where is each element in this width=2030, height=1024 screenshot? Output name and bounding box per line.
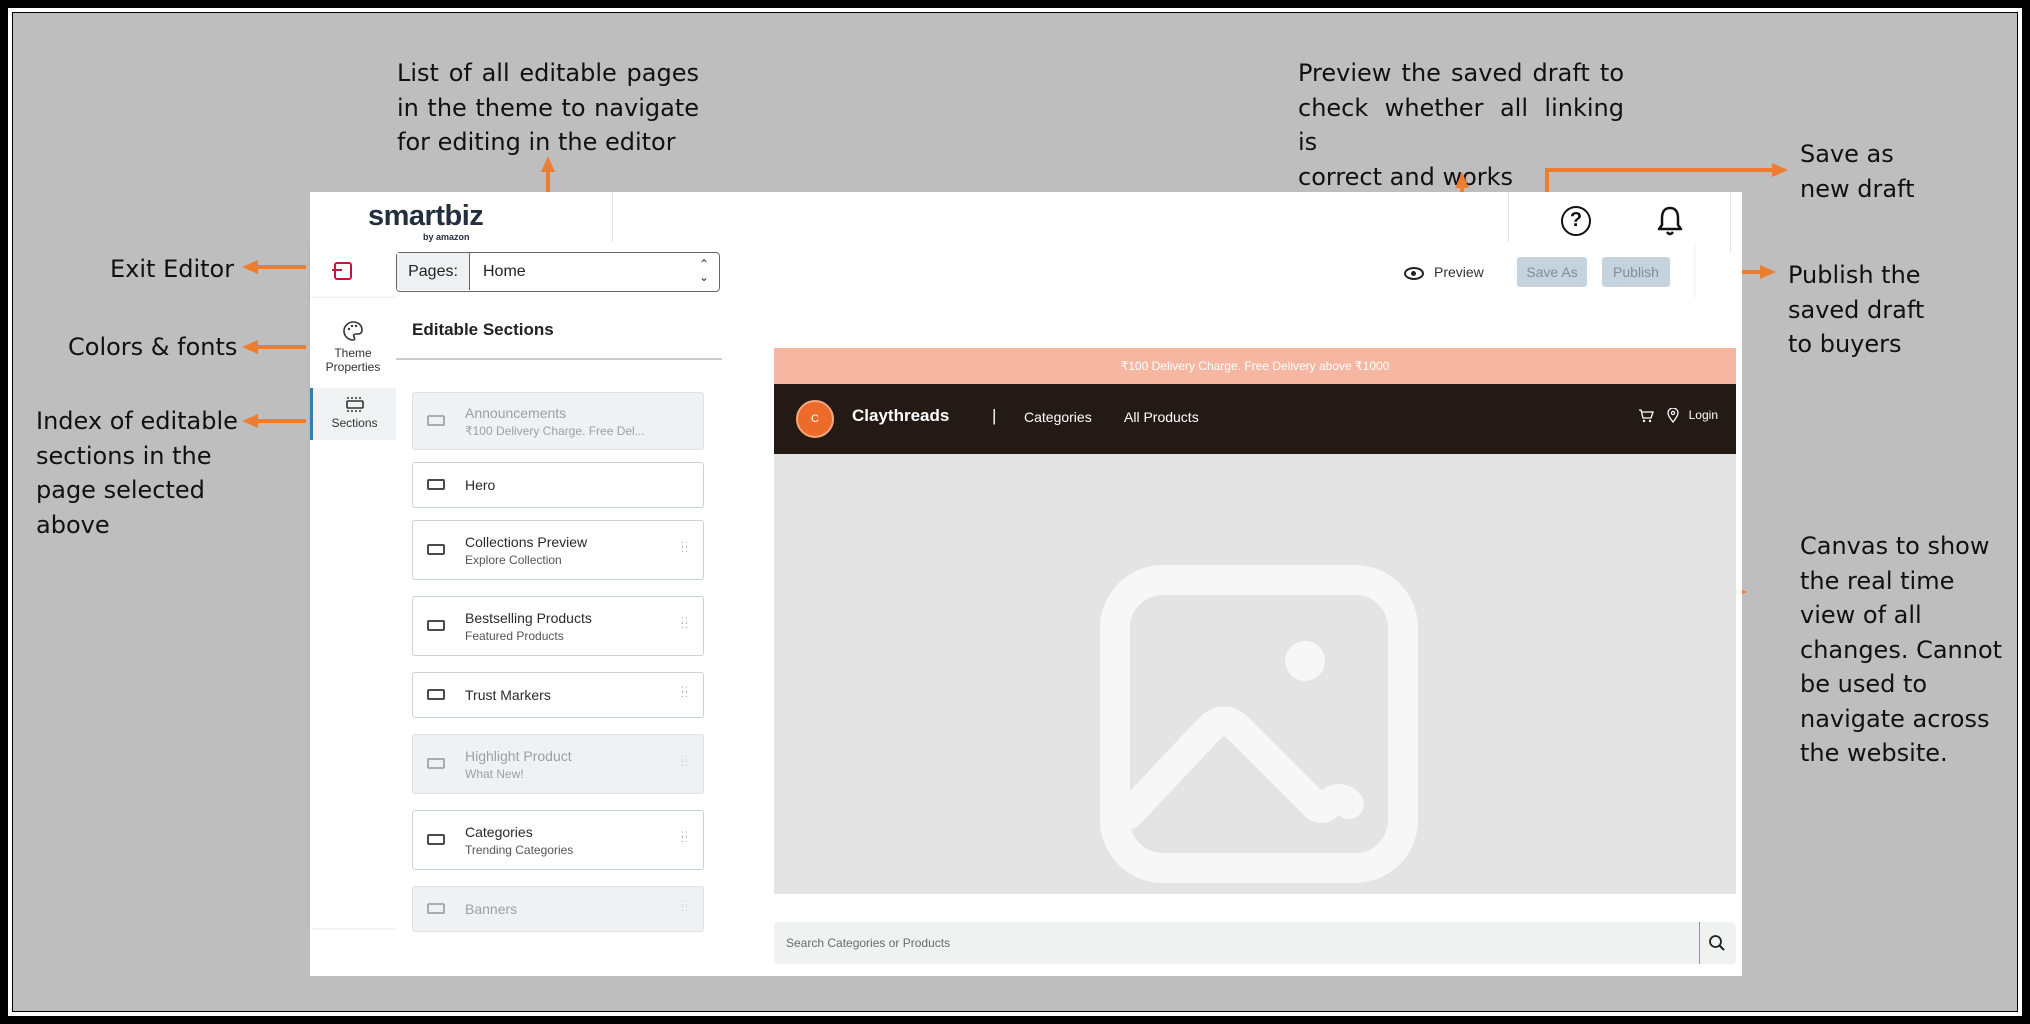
- section-subtitle: Featured Products: [465, 629, 564, 643]
- sections-tab[interactable]: Sections: [310, 388, 396, 440]
- login-link: Login: [1688, 408, 1718, 422]
- preview-button[interactable]: Preview: [1404, 260, 1484, 284]
- section-title: Trust Markers: [465, 687, 551, 703]
- divider: [1508, 192, 1509, 242]
- section-icon: [427, 620, 445, 631]
- editor-toolbar: Pages: Home ⌃ ⌄ Preview Save As Publish: [310, 242, 1694, 298]
- panel-divider: [396, 358, 722, 360]
- drag-handle-icon[interactable]: ⁚⁚ ⁚⁚: [681, 617, 689, 630]
- annotation-colors-fonts: Colors & fonts: [68, 333, 238, 361]
- drag-handle-icon[interactable]: ⁚⁚ ⁚⁚: [681, 686, 689, 699]
- annotation-publish: Publish the saved draft to buyers: [1788, 261, 1925, 358]
- annotation-save-as: Save as new draft: [1800, 140, 1915, 203]
- annotation-canvas: Canvas to show the real time view of all…: [1800, 532, 2003, 767]
- chevron-updown-icon: ⌃ ⌄: [698, 257, 709, 284]
- palette-icon: [343, 321, 363, 341]
- logo-text: smartbiz: [368, 200, 484, 232]
- annotation-index: Index of editable sections in the page s…: [36, 407, 238, 539]
- sections-icon: [345, 397, 364, 412]
- exit-editor-icon[interactable]: [332, 262, 352, 280]
- nav-categories: Categories: [1024, 409, 1092, 425]
- store-avatar: C: [796, 400, 834, 438]
- editable-sections-panel: Editable Sections Announcements ₹100 Del…: [396, 298, 723, 976]
- section-title: Collections Preview: [465, 534, 588, 550]
- bell-icon[interactable]: [1655, 204, 1685, 238]
- divider: [612, 192, 613, 242]
- app-topbar: smartbiz by amazon ?: [310, 192, 1742, 252]
- image-placeholder-icon: [1100, 565, 1418, 883]
- section-bestselling-products[interactable]: Bestselling Products Featured Products ⁚…: [412, 596, 704, 656]
- section-announcements[interactable]: Announcements ₹100 Delivery Charge. Free…: [412, 392, 704, 450]
- section-collections-preview[interactable]: Collections Preview Explore Collection ⁚…: [412, 520, 704, 580]
- section-categories[interactable]: Categories Trending Categories ⁚⁚ ⁚⁚: [412, 810, 704, 870]
- search-divider: [1698, 922, 1700, 964]
- search-icon: [1709, 935, 1725, 951]
- section-title: Announcements: [465, 405, 567, 421]
- section-hero[interactable]: Hero: [412, 462, 704, 508]
- nav-separator: |: [992, 406, 997, 425]
- section-subtitle: Trending Categories: [465, 843, 574, 857]
- drag-handle-icon[interactable]: ⁚⁚ ⁚⁚: [681, 831, 689, 844]
- panel-title: Editable Sections: [412, 320, 554, 339]
- eye-icon: [1404, 266, 1424, 280]
- store-nav-actions: Login: [1638, 407, 1718, 424]
- section-icon: [427, 689, 445, 700]
- drag-handle-icon[interactable]: ⁚⁚ ⁚⁚: [681, 900, 689, 913]
- store-navbar: C Claythreads | Categories All Products …: [774, 384, 1736, 454]
- section-icon: [427, 903, 445, 914]
- section-icon: [427, 544, 445, 555]
- section-highlight-product[interactable]: Highlight Product What New! ⁚⁚ ⁚⁚: [412, 734, 704, 794]
- publish-button[interactable]: Publish: [1602, 257, 1670, 287]
- section-banners[interactable]: Banners ⁚⁚ ⁚⁚: [412, 886, 704, 932]
- hero-image-placeholder: [774, 454, 1736, 894]
- section-icon: [427, 834, 445, 845]
- drag-handle-icon[interactable]: ⁚⁚ ⁚⁚: [681, 541, 689, 554]
- store-name: Claythreads: [852, 406, 950, 425]
- properties-label: Properties: [325, 360, 381, 374]
- left-rail: Theme Properties Sections: [310, 298, 396, 928]
- pages-dropdown[interactable]: Pages: Home ⌃ ⌄: [396, 252, 720, 292]
- section-icon: [427, 415, 445, 426]
- store-announcement-bar: ₹100 Delivery Charge. Free Delivery abov…: [774, 348, 1736, 384]
- section-title: Categories: [465, 824, 533, 840]
- drag-handle-icon[interactable]: ⁚⁚ ⁚⁚: [681, 755, 689, 768]
- pages-selected-value: Home: [483, 263, 526, 280]
- section-title: Hero: [465, 477, 496, 493]
- save-as-button[interactable]: Save As: [1517, 257, 1587, 287]
- theme-label: Theme: [334, 346, 372, 360]
- section-icon: [427, 758, 445, 769]
- section-title: Highlight Product: [465, 748, 572, 764]
- editor-window: smartbiz by amazon ? Pages: Home ⌃ ⌄ Prev…: [310, 192, 1742, 976]
- cart-icon: [1638, 409, 1654, 423]
- section-subtitle: Explore Collection: [465, 553, 562, 567]
- theme-properties-tab[interactable]: Theme Properties: [310, 320, 396, 374]
- help-icon[interactable]: ?: [1561, 206, 1591, 236]
- location-pin-icon: [1667, 407, 1679, 424]
- divider: [1730, 192, 1731, 252]
- annotation-pages-list: List of all editable pages in the theme …: [397, 59, 699, 156]
- section-icon: [427, 479, 445, 490]
- section-trust-markers[interactable]: Trust Markers ⁚⁚ ⁚⁚: [412, 672, 704, 718]
- section-title: Banners: [465, 901, 518, 917]
- annotation-exit-editor: Exit Editor: [110, 255, 235, 283]
- preview-label: Preview: [1434, 264, 1484, 280]
- search-placeholder: Search Categories or Products: [786, 936, 951, 950]
- section-title: Bestselling Products: [465, 610, 592, 626]
- sections-label: Sections: [331, 416, 378, 430]
- logo-subtext: by amazon: [423, 232, 470, 242]
- pages-label: Pages:: [397, 253, 470, 290]
- store-search-bar: Search Categories or Products: [774, 922, 1736, 964]
- section-subtitle: What New!: [465, 767, 524, 781]
- section-subtitle: ₹100 Delivery Charge. Free Del...: [465, 424, 645, 438]
- nav-all-products: All Products: [1124, 409, 1199, 425]
